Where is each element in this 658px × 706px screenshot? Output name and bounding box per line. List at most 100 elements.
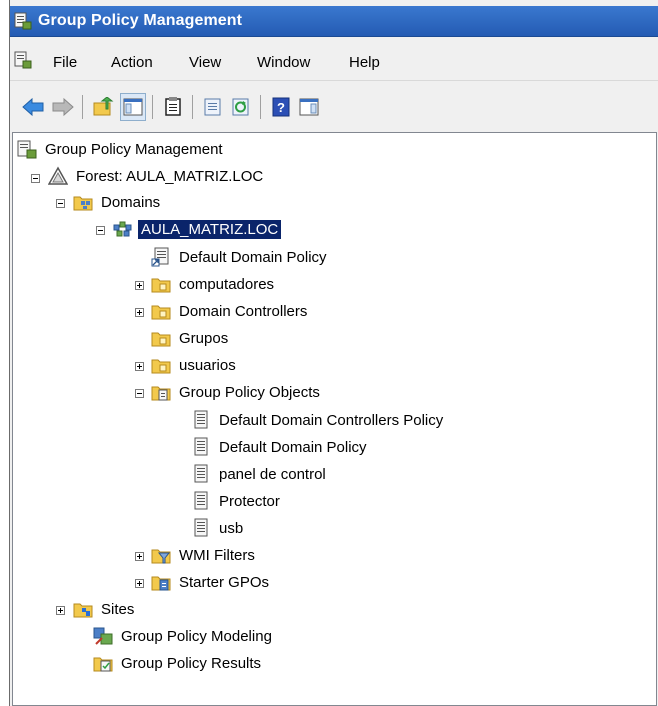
sites-folder-icon	[73, 603, 93, 618]
tree-label: Default Domain Policy	[179, 248, 327, 266]
collapse-forest-toggle[interactable]	[31, 174, 40, 183]
gpm-window: Group Policy Management File Action View…	[9, 0, 658, 706]
expand-usuarios-toggle[interactable]	[135, 362, 144, 371]
tree-node-wmi-filters[interactable]: WMI Filters	[151, 544, 258, 566]
expand-computadores-toggle[interactable]	[135, 281, 144, 290]
ou-folder-icon	[151, 278, 171, 293]
gp-results-icon	[93, 657, 113, 672]
expand-sites-toggle[interactable]	[56, 606, 65, 615]
properties-icon	[165, 97, 181, 116]
tree-label: Group Policy Results	[121, 654, 262, 672]
tree-label: Domain Controllers	[179, 302, 308, 320]
gpo-link-icon	[151, 247, 169, 267]
svg-text:?: ?	[277, 100, 285, 115]
gpo-icon	[194, 491, 208, 510]
menu-bar: File Action View Window Help	[10, 37, 658, 79]
tree-node-domain-controllers[interactable]: Domain Controllers	[151, 300, 310, 322]
refresh-icon	[232, 98, 249, 116]
tree-node-gpo[interactable]: Default Domain Policy	[191, 436, 370, 458]
gpm-app-icon	[14, 12, 32, 30]
tree-node-domains[interactable]: Domains	[73, 191, 163, 213]
export-list-button[interactable]	[200, 93, 226, 121]
toolbar-separator	[260, 95, 261, 119]
gpm-console-icon	[17, 140, 37, 159]
gpo-icon	[194, 437, 208, 456]
tree-label: Starter GPOs	[179, 573, 270, 591]
export-list-icon	[204, 98, 221, 116]
tree-node-gpo[interactable]: usb	[191, 517, 246, 539]
toolbar: ?	[10, 80, 658, 133]
tree-label: Default Domain Controllers Policy	[219, 411, 444, 429]
tree-node-gpo[interactable]: panel de control	[191, 463, 329, 485]
tree-node-root[interactable]: Group Policy Management	[17, 138, 226, 160]
help-icon: ?	[272, 97, 290, 117]
forward-arrow-icon	[52, 97, 74, 117]
tree-label: usb	[219, 519, 244, 537]
properties-button[interactable]	[160, 93, 186, 121]
tree-node-group-policy-objects[interactable]: Group Policy Objects	[151, 381, 323, 403]
menu-action[interactable]: Action	[111, 54, 153, 71]
menu-file[interactable]: File	[53, 54, 77, 71]
expand-starter-gpos-toggle[interactable]	[135, 579, 144, 588]
ou-folder-icon	[151, 305, 171, 320]
collapse-domains-toggle[interactable]	[56, 199, 65, 208]
window-title: Group Policy Management	[38, 12, 243, 29]
tree-label: Group Policy Management	[45, 140, 223, 158]
tree-node-modeling[interactable]: Group Policy Modeling	[93, 625, 275, 647]
back-arrow-icon	[22, 97, 44, 117]
starter-gpo-folder-icon	[151, 576, 171, 591]
tree-node-forest[interactable]: Forest: AULA_MATRIZ.LOC	[48, 165, 266, 187]
tree-node-results[interactable]: Group Policy Results	[93, 652, 264, 674]
tree-label: Default Domain Policy	[219, 438, 367, 456]
expand-wmi-filters-toggle[interactable]	[135, 552, 144, 561]
tree-label: computadores	[179, 275, 275, 293]
tree-node-computadores[interactable]: computadores	[151, 273, 277, 295]
up-level-button[interactable]	[90, 93, 116, 121]
menu-help[interactable]: Help	[349, 54, 380, 71]
expand-domain-controllers-toggle[interactable]	[135, 308, 144, 317]
help-button[interactable]: ?	[268, 93, 294, 121]
gpo-icon	[194, 464, 208, 483]
tree-node-gpo[interactable]: Protector	[191, 490, 283, 512]
tree-label: WMI Filters	[179, 546, 255, 564]
tree-label: Grupos	[179, 329, 229, 347]
ou-folder-icon	[151, 359, 171, 374]
mmc-document-icon[interactable]	[14, 51, 32, 69]
title-bar[interactable]: Group Policy Management	[10, 6, 658, 37]
tree-node-usuarios[interactable]: usuarios	[151, 354, 239, 376]
collapse-gpo-toggle[interactable]	[135, 389, 144, 398]
tree-node-sites[interactable]: Sites	[73, 598, 137, 620]
tree-pane[interactable]: Group Policy Management Forest: AULA_MAT…	[12, 132, 657, 706]
gpo-icon	[194, 410, 208, 429]
menu-view[interactable]: View	[189, 54, 221, 71]
tree-node-default-policy-link[interactable]: Default Domain Policy	[151, 246, 330, 268]
tree-label: Sites	[101, 600, 135, 618]
domain-icon	[113, 221, 132, 237]
toolbar-separator	[192, 95, 193, 119]
tree-node-grupos[interactable]: Grupos	[151, 327, 231, 349]
action-pane-icon	[299, 98, 319, 116]
tree-node-domain[interactable]: AULA_MATRIZ.LOC	[113, 218, 282, 240]
toolbar-separator	[82, 95, 83, 119]
tree-node-gpo[interactable]: Default Domain Controllers Policy	[191, 409, 446, 431]
gp-modeling-icon	[93, 627, 113, 645]
tree-label: Protector	[219, 492, 280, 510]
tree-label: Domains	[101, 193, 161, 211]
forest-icon	[48, 166, 68, 185]
wmi-filter-folder-icon	[151, 549, 171, 564]
toolbar-separator	[152, 95, 153, 119]
action-pane-button[interactable]	[296, 93, 322, 121]
up-folder-icon	[93, 97, 114, 116]
collapse-domain-toggle[interactable]	[96, 226, 105, 235]
show-hide-tree-button[interactable]	[120, 93, 146, 121]
show-tree-icon	[123, 98, 143, 116]
gpo-folder-icon	[151, 386, 171, 401]
menu-window[interactable]: Window	[257, 54, 310, 71]
tree-label: usuarios	[179, 356, 236, 374]
tree-label: Forest: AULA_MATRIZ.LOC	[76, 167, 264, 185]
refresh-button[interactable]	[228, 93, 254, 121]
back-button[interactable]	[20, 93, 46, 121]
ou-folder-icon	[151, 332, 171, 347]
forward-button[interactable]	[50, 93, 76, 121]
tree-node-starter-gpos[interactable]: Starter GPOs	[151, 571, 272, 593]
